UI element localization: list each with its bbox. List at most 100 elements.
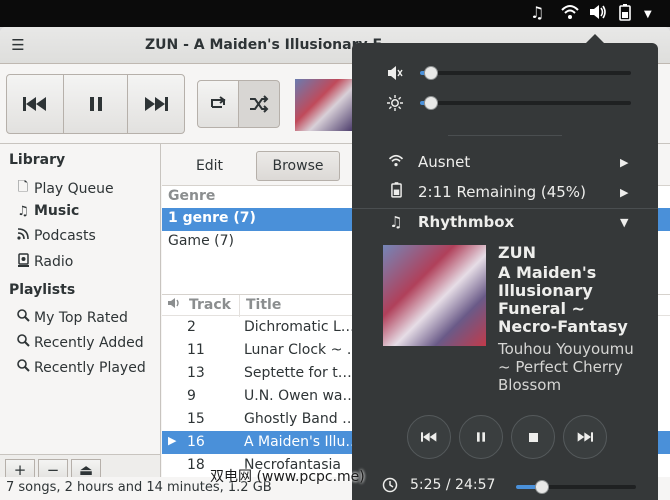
wifi-menu-item[interactable]: Ausnet ▶ <box>352 147 658 177</box>
speaker-icon <box>167 297 181 313</box>
sidebar: Library 🗋 Play Queue ♫ Music Podcasts Radi… <box>0 144 161 454</box>
brightness-slider[interactable] <box>420 96 631 110</box>
system-menu-popover: Ausnet ▶ 2:11 Remaining (45%) ▶ ♫ Rhythm… <box>352 43 658 500</box>
track-title: Lunar Clock ~ … <box>244 342 354 358</box>
sidebar-item-label: Recently Played <box>34 359 146 376</box>
popover-previous-button[interactable] <box>407 415 451 459</box>
system-top-bar: ♫ ▼ <box>0 0 670 27</box>
track-title: A Maiden's Illu… <box>244 434 354 450</box>
battery-status-label: 2:11 Remaining (45%) <box>418 183 586 201</box>
edit-tab[interactable]: Edit <box>172 151 247 181</box>
sidebar-item-play-queue[interactable]: 🗋 Play Queue <box>16 178 114 200</box>
search-icon <box>16 309 30 326</box>
pause-icon <box>477 432 485 442</box>
menu-icon[interactable]: ☰ <box>10 36 26 54</box>
library-heading: Library <box>9 152 66 168</box>
shuffle-icon <box>250 95 269 113</box>
shuffle-button[interactable] <box>238 80 280 128</box>
chevron-right-icon: ▶ <box>620 155 629 169</box>
sidebar-item-recently-played[interactable]: Recently Played <box>16 359 146 376</box>
battery-menu-item[interactable]: 2:11 Remaining (45%) ▶ <box>352 177 658 207</box>
file-icon: 🗋 <box>17 180 29 195</box>
track-number: 2 <box>187 319 196 335</box>
wifi-network-label: Ausnet <box>418 153 471 171</box>
volume-slider-knob[interactable] <box>424 66 438 80</box>
artist-name: ZUN <box>498 243 536 262</box>
next-button[interactable] <box>127 74 185 134</box>
playback-time: 5:25 / 24:57 <box>410 477 496 493</box>
stop-icon <box>528 432 538 442</box>
player-name: Rhythmbox <box>418 213 515 231</box>
search-icon <box>16 359 30 376</box>
sidebar-item-podcasts[interactable]: Podcasts <box>16 228 96 244</box>
pause-icon <box>89 97 102 111</box>
dropdown-arrow-icon[interactable]: ▼ <box>644 6 652 24</box>
brightness-icon <box>387 95 403 115</box>
sidebar-item-radio[interactable]: Radio <box>16 253 73 271</box>
repeat-button[interactable] <box>197 80 239 128</box>
watermark: 双电网 (www.pcpc.me) <box>210 469 365 485</box>
wifi-icon <box>386 153 406 171</box>
track-title: A Maiden's Illusionary Funeral ~ Necro-F… <box>498 263 628 336</box>
album-art <box>383 245 486 346</box>
popover-pause-button[interactable] <box>459 415 503 459</box>
track-title: Ghostly Band … <box>244 411 354 427</box>
track-number: 18 <box>187 457 205 473</box>
previous-icon <box>23 97 46 111</box>
sidebar-item-my-top-rated[interactable]: My Top Rated <box>16 309 128 326</box>
sidebar-item-label: Play Queue <box>34 181 114 197</box>
sidebar-item-music[interactable]: ♫ Music <box>16 203 79 219</box>
previous-button[interactable] <box>6 74 64 134</box>
radio-icon <box>16 253 30 271</box>
separator <box>448 135 562 136</box>
track-title: U.N. Owen wa… <box>244 388 354 404</box>
chevron-down-icon: ▼ <box>620 215 629 229</box>
track-title: Dichromatic L… <box>244 319 354 335</box>
sidebar-item-label: Radio <box>34 254 74 270</box>
sidebar-item-label: Recently Added <box>34 334 144 351</box>
sidebar-item-recently-added[interactable]: Recently Added <box>16 334 144 351</box>
track-column-header[interactable]: Track <box>189 297 231 313</box>
battery-icon[interactable] <box>619 4 631 25</box>
track-number: 11 <box>187 342 205 358</box>
chevron-right-icon: ▶ <box>620 185 629 199</box>
battery-icon <box>386 182 406 202</box>
sidebar-item-label: My Top Rated <box>34 309 128 326</box>
clock-icon <box>382 477 398 497</box>
column-divider <box>239 295 240 317</box>
album-name: Touhou Youyoumu ~ Perfect Cherry Blossom <box>498 340 634 394</box>
sidebar-item-label: Podcasts <box>34 228 96 244</box>
track-number: 15 <box>187 411 205 427</box>
popover-next-button[interactable] <box>563 415 607 459</box>
next-icon <box>145 97 168 111</box>
search-icon <box>16 334 30 351</box>
brightness-slider-knob[interactable] <box>424 96 438 110</box>
title-column-header[interactable]: Title <box>246 297 281 313</box>
now-playing-icon: ▶ <box>168 434 177 447</box>
playlists-heading: Playlists <box>9 282 76 298</box>
volume-icon[interactable] <box>589 4 607 24</box>
window-title: ZUN - A Maiden's Illusionary F <box>145 37 383 53</box>
popover-stop-button[interactable] <box>511 415 555 459</box>
seek-slider-knob[interactable] <box>535 480 549 494</box>
track-number: 16 <box>187 434 205 450</box>
music-icon: ♫ <box>17 203 29 219</box>
browse-tab[interactable]: Browse <box>256 151 340 181</box>
next-icon <box>577 432 593 442</box>
volume-muted-icon <box>387 65 403 84</box>
music-note-icon: ♫ <box>389 213 403 231</box>
previous-icon <box>421 432 437 442</box>
music-note-icon[interactable]: ♫ <box>530 4 544 22</box>
track-number: 9 <box>187 388 196 404</box>
wifi-icon[interactable] <box>561 4 579 24</box>
track-title: Septette for t… <box>244 365 352 381</box>
rss-icon <box>16 228 30 244</box>
sidebar-item-label: Music <box>34 203 80 219</box>
pause-button[interactable] <box>63 74 128 134</box>
seek-slider[interactable] <box>516 480 636 494</box>
repeat-icon <box>211 96 226 108</box>
popover-arrow <box>586 34 604 43</box>
volume-slider[interactable] <box>420 66 631 80</box>
album-art-thumbnail <box>295 79 353 131</box>
media-player-header[interactable]: ♫ Rhythmbox ▼ <box>352 207 658 237</box>
